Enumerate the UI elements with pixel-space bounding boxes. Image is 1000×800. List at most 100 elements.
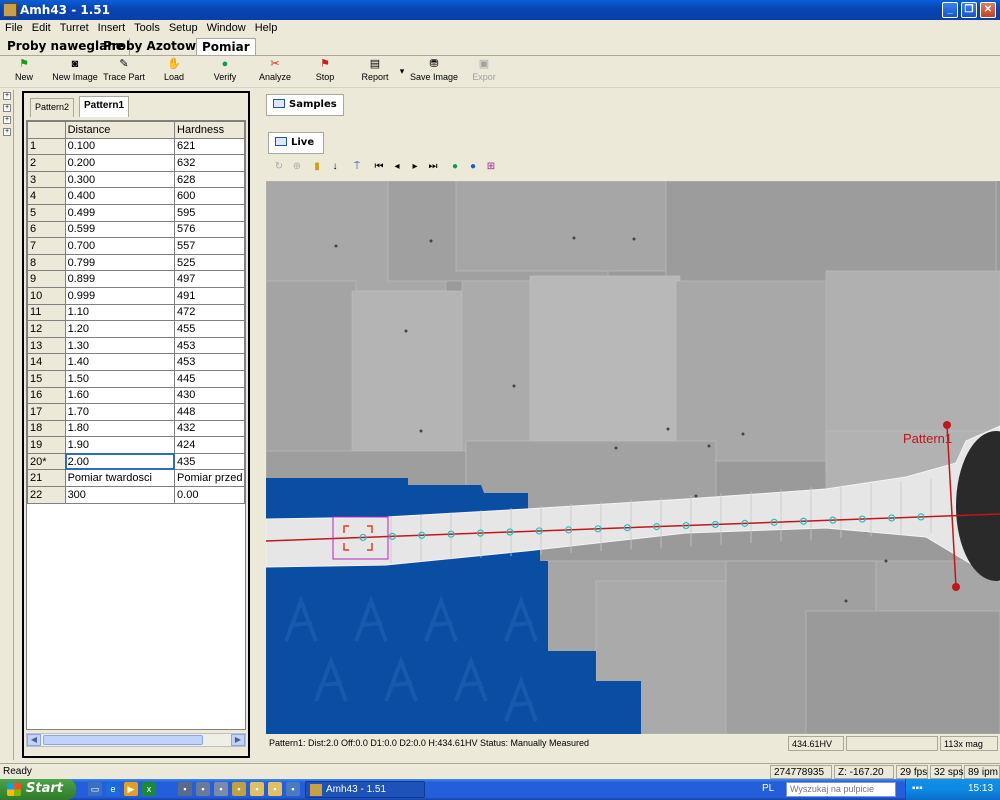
table-row[interactable]: 6 0.599 576 (27, 220, 245, 239)
distance-cell[interactable]: 1.10 (64, 303, 176, 322)
distance-cell[interactable]: 0.400 (64, 187, 176, 205)
report-button[interactable]: ▤ Report (359, 58, 391, 82)
report-dropdown-icon[interactable]: ▾ (398, 66, 406, 77)
pattern-handle-top[interactable] (943, 421, 951, 429)
refresh-icon[interactable]: ↻ (272, 160, 286, 174)
stop-button[interactable]: ⚑ Stop (312, 58, 338, 82)
hardness-cell[interactable]: 497 (174, 270, 245, 288)
analyze-button[interactable]: ✂ Analyze (257, 58, 293, 82)
hardness-cell[interactable]: 453 (174, 353, 245, 371)
load-button[interactable]: ✋ Load (160, 58, 188, 82)
distance-cell[interactable]: 1.30 (64, 336, 176, 355)
distance-cell[interactable]: 0.499 (64, 203, 176, 222)
expand-icon[interactable]: + (3, 128, 11, 136)
arrow-down-icon[interactable]: ↓ (328, 160, 342, 174)
horizontal-scrollbar[interactable]: ◀ ▶ (26, 733, 246, 747)
hardness-cell[interactable]: 628 (174, 170, 245, 189)
distance-cell[interactable]: 1.50 (64, 369, 176, 388)
distance-cell[interactable]: 0.999 (64, 286, 176, 305)
hardness-cell[interactable]: 621 (174, 137, 245, 156)
launcher-icon[interactable]: ▪ (196, 782, 210, 796)
menu-help[interactable]: Help (250, 20, 282, 34)
expand-icon[interactable]: + (3, 116, 11, 124)
new-image-button[interactable]: ◙ New Image (52, 58, 98, 82)
table-row[interactable]: 2 0.200 632 (27, 154, 245, 172)
distance-cell[interactable]: 1.20 (64, 320, 176, 338)
hardness-cell[interactable]: 435 (174, 452, 245, 471)
folder-icon[interactable]: ▪ (250, 782, 264, 796)
table-row[interactable]: 20* 2.00 435 (27, 452, 245, 471)
target-icon[interactable]: ⊕ (290, 160, 304, 174)
verify-button[interactable]: ● Verify (210, 58, 240, 82)
hardness-cell[interactable]: 453 (174, 336, 245, 355)
expand-icon[interactable]: + (3, 104, 11, 112)
distance-cell[interactable]: 1.40 (64, 353, 176, 371)
tab-samples[interactable]: Samples (266, 94, 344, 116)
table-row[interactable]: 21 Pomiar twardosci Pomiar przed (27, 469, 245, 488)
last-icon[interactable]: ⏭ (426, 160, 440, 174)
taskbar-app-button[interactable]: Amh43 - 1.51 (305, 781, 425, 798)
tray-icons[interactable]: ▪▪▪ (912, 783, 923, 794)
hardness-cell[interactable]: 448 (174, 403, 245, 421)
pattern-handle-bottom[interactable] (952, 583, 960, 591)
language-indicator[interactable]: PL (762, 783, 774, 794)
grid-select-icon[interactable]: ⊞ (484, 160, 498, 174)
distance-cell[interactable]: 0.700 (64, 237, 176, 255)
table-row[interactable]: 22 300 0.00 (27, 486, 245, 504)
distance-cell[interactable]: Pomiar twardosci (64, 469, 176, 488)
table-row[interactable]: 15 1.50 445 (27, 369, 245, 388)
hardness-cell[interactable]: 491 (174, 286, 245, 305)
hardness-cell[interactable]: 472 (174, 303, 245, 322)
hardness-cell[interactable]: 432 (174, 419, 245, 438)
table-row[interactable]: 7 0.700 557 (27, 237, 245, 255)
hardness-cell[interactable]: 455 (174, 320, 245, 338)
table-row[interactable]: 10 0.999 491 (27, 286, 245, 305)
next-icon[interactable]: ▸ (408, 160, 422, 174)
menu-setup[interactable]: Setup (164, 20, 202, 34)
hardness-cell[interactable]: 557 (174, 237, 245, 255)
distance-cell[interactable]: 0.899 (64, 270, 176, 288)
table-row[interactable]: 4 0.400 600 (27, 187, 245, 205)
menu-insert[interactable]: Insert (93, 20, 130, 34)
indenter-icon[interactable]: ▮ (310, 160, 324, 174)
folder-icon[interactable]: ▪ (268, 782, 282, 796)
table-row[interactable]: 9 0.899 497 (27, 270, 245, 288)
first-icon[interactable]: ⏮ (372, 160, 386, 174)
hardness-cell[interactable]: 632 (174, 154, 245, 172)
column-header-hardness[interactable]: Hardness (174, 121, 245, 139)
hardness-cell[interactable]: 0.00 (174, 486, 245, 504)
distance-cell[interactable]: 1.60 (64, 386, 176, 405)
table-row[interactable]: 14 1.40 453 (27, 353, 245, 371)
hardness-cell[interactable]: 525 (174, 253, 245, 272)
column-header-distance[interactable]: Distance (64, 121, 176, 139)
launcher-icon[interactable]: ▪ (214, 782, 228, 796)
distance-cell[interactable]: 1.80 (64, 419, 176, 438)
expand-icon[interactable]: + (3, 92, 11, 100)
table-row[interactable]: 1 0.100 621 (27, 137, 245, 156)
scroll-left-icon[interactable]: ◀ (27, 734, 41, 746)
table-row[interactable]: 19 1.90 424 (27, 436, 245, 454)
table-row[interactable]: 13 1.30 453 (27, 336, 245, 355)
menu-file[interactable]: File (0, 20, 27, 34)
table-row[interactable]: 8 0.799 525 (27, 253, 245, 272)
distance-cell[interactable]: 2.00 (64, 452, 176, 471)
tab-pattern2[interactable]: Pattern2 (30, 98, 75, 117)
launcher-icon[interactable]: ▪ (178, 782, 192, 796)
distance-cell[interactable]: 1.90 (64, 436, 176, 454)
excel-icon[interactable]: x (142, 782, 156, 796)
distance-cell[interactable]: 0.100 (64, 137, 176, 156)
menu-turret[interactable]: Turret (55, 20, 93, 34)
table-row[interactable]: 17 1.70 448 (27, 403, 245, 421)
table-row[interactable]: 11 1.10 472 (27, 303, 245, 322)
table-row[interactable]: 16 1.60 430 (27, 386, 245, 405)
export-button[interactable]: ▣ Expor (470, 58, 498, 82)
scroll-thumb[interactable] (43, 735, 203, 745)
menu-window[interactable]: Window (202, 20, 250, 34)
live-image-view[interactable]: Pattern1 (266, 181, 1000, 734)
hardness-cell[interactable]: 430 (174, 386, 245, 405)
distance-cell[interactable]: 300 (64, 486, 176, 504)
hardness-cell[interactable]: 600 (174, 187, 245, 205)
menu-edit[interactable]: Edit (27, 20, 55, 34)
trace-part-button[interactable]: ✎ Trace Part (103, 58, 145, 82)
media-icon[interactable]: ▶ (124, 782, 138, 796)
